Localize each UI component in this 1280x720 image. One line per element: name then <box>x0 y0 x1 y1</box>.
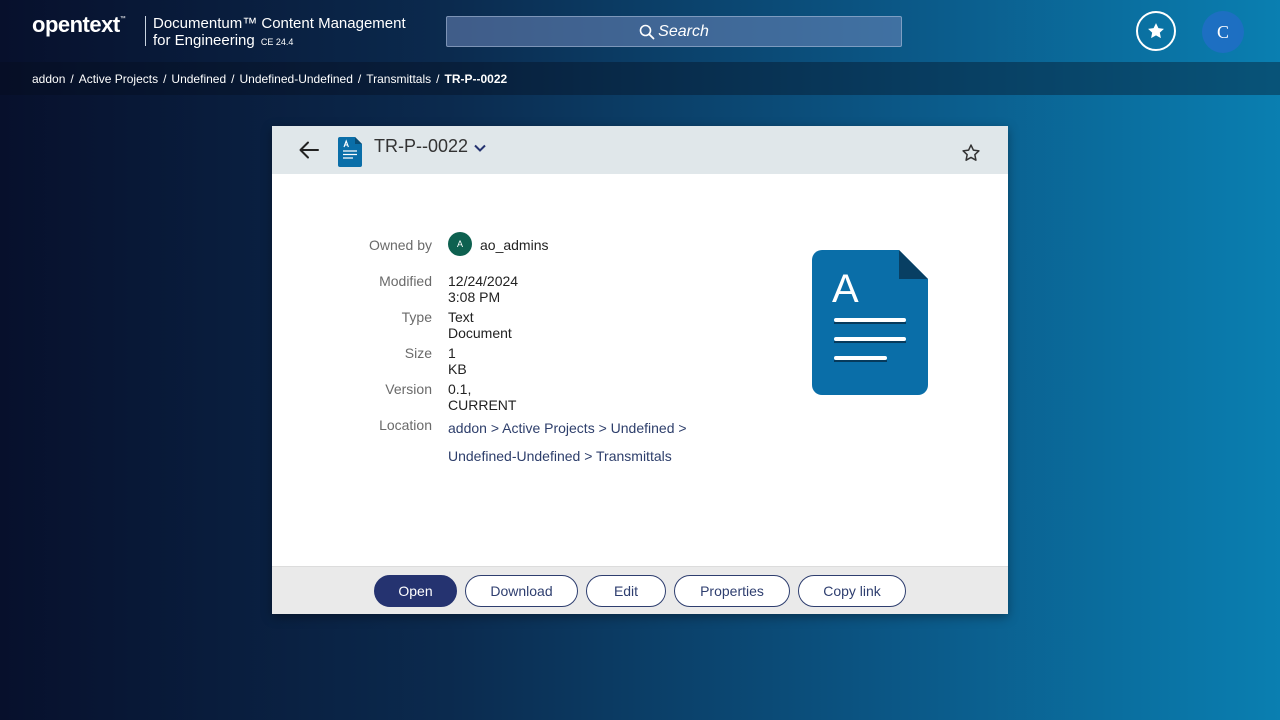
breadcrumb-item-transmittals[interactable]: Transmittals <box>366 72 431 86</box>
doc-icon-letter: A <box>832 267 859 311</box>
chevron-down-icon <box>474 144 486 152</box>
edit-button[interactable]: Edit <box>586 575 666 607</box>
star-icon <box>1148 23 1164 39</box>
document-preview-card: TR-P--0022 Owned by A ao_admins Modified… <box>272 126 1008 614</box>
type-value: Text Document <box>448 309 512 341</box>
version-value: 0.1, CURRENT <box>448 381 517 413</box>
breadcrumb-separator: / <box>163 72 167 86</box>
properties-button[interactable]: Properties <box>674 575 790 607</box>
modified-value: 12/24/2024 3:08 PM <box>448 273 519 305</box>
product-name: Documentum™ Content Management for Engin… <box>153 15 406 51</box>
document-title-menu[interactable]: TR-P--0022 <box>374 136 487 157</box>
favorite-toggle-button[interactable] <box>961 143 981 168</box>
breadcrumb-item-undefined-undefined[interactable]: Undefined-Undefined <box>239 72 352 86</box>
location-link[interactable]: addon > Active Projects > Undefined > Un… <box>448 414 748 470</box>
breadcrumb-separator: / <box>357 72 362 86</box>
location-label: Location <box>379 417 432 433</box>
opentext-logo[interactable]: opentext™ <box>32 12 126 38</box>
search-icon <box>639 24 655 39</box>
owner-initial: A <box>456 239 463 249</box>
card-header: TR-P--0022 <box>272 126 1008 174</box>
search-bar[interactable]: Search <box>446 16 902 47</box>
breadcrumb-separator: / <box>436 72 440 86</box>
owned-by-label: Owned by <box>368 237 432 253</box>
logo-trademark: ™ <box>119 16 126 22</box>
breadcrumb-bar: addon / Active Projects / Undefined / Undef… <box>0 62 1280 95</box>
size-value: 1 KB <box>448 345 467 377</box>
document-title: TR-P--0022 <box>374 136 469 156</box>
location-line2: Undefined-Undefined > Transmittals <box>448 448 672 464</box>
type-label: Type <box>401 309 432 325</box>
version-label: Version <box>385 381 432 397</box>
open-button[interactable]: Open <box>374 575 457 607</box>
breadcrumb: addon / Active Projects / Undefined / Undef… <box>32 72 507 86</box>
text-document-icon <box>338 137 362 172</box>
owner-avatar: A <box>448 232 472 256</box>
copy-link-button[interactable]: Copy link <box>798 575 906 607</box>
search-label: Search <box>658 22 709 40</box>
breadcrumb-separator: / <box>70 72 74 86</box>
breadcrumb-separator: / <box>231 72 235 86</box>
modified-label: Modified <box>379 273 432 289</box>
app-header: opentext™ Documentum™ Content Management… <box>0 0 1280 62</box>
breadcrumb-item-undefined[interactable]: Undefined <box>171 72 226 86</box>
size-label: Size <box>404 345 432 361</box>
breadcrumb-item-addon[interactable]: addon <box>32 72 65 86</box>
user-avatar-button[interactable]: C <box>1202 11 1244 53</box>
logo-divider <box>145 16 146 46</box>
breadcrumb-current: TR-P--0022 <box>444 72 508 86</box>
text-document-large-icon: A <box>812 250 928 395</box>
product-version: CE 24.4 <box>260 37 294 47</box>
owned-by-value: ao_admins <box>480 237 549 253</box>
action-bar: Open Download Edit Properties Copy link <box>272 566 1008 614</box>
document-thumbnail: A <box>812 250 928 400</box>
star-outline-icon <box>962 144 980 161</box>
product-name-line1: Documentum™ Content Management <box>153 15 406 32</box>
location-line1: addon > Active Projects > Undefined > <box>448 420 687 436</box>
back-button[interactable] <box>298 139 320 166</box>
favorites-button[interactable] <box>1136 11 1176 51</box>
logo-text: opentext <box>32 12 120 37</box>
download-button[interactable]: Download <box>465 575 578 607</box>
product-name-line2: for Engineering <box>153 32 255 49</box>
arrow-left-icon <box>299 141 319 159</box>
breadcrumb-item-active-projects[interactable]: Active Projects <box>79 72 158 86</box>
user-initial: C <box>1216 21 1229 42</box>
